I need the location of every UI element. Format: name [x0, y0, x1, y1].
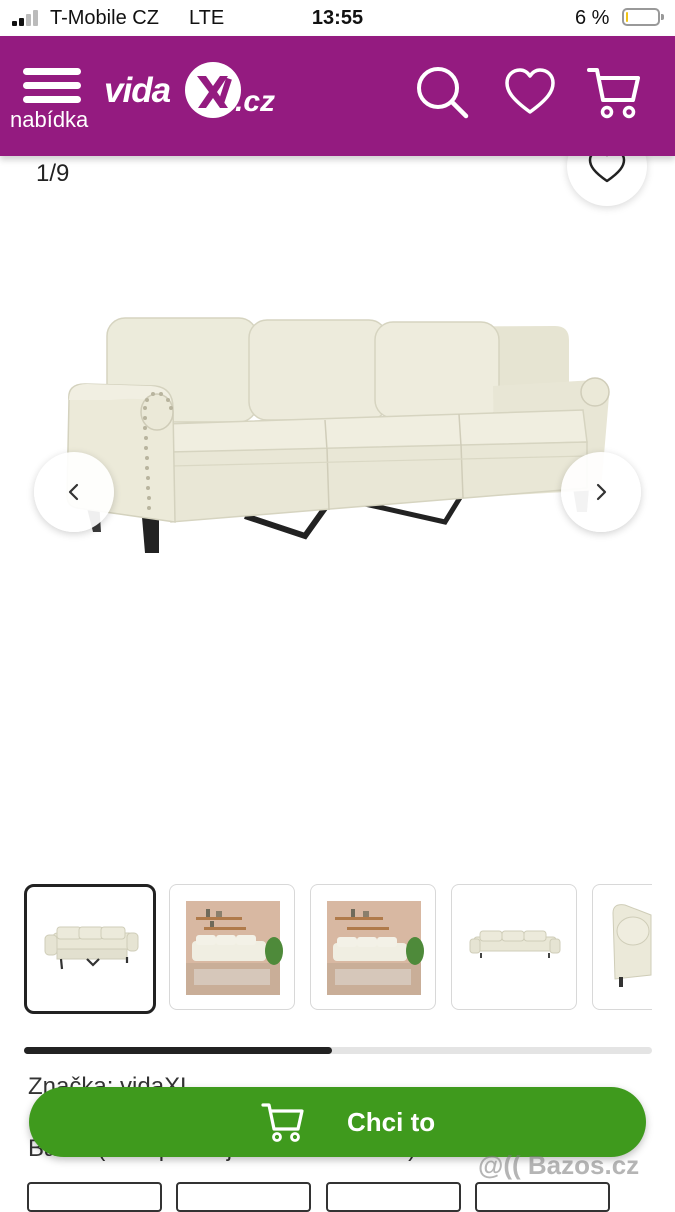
menu-label: nabídka [10, 107, 89, 132]
thumbnail-4[interactable] [451, 884, 577, 1010]
color-option[interactable] [176, 1182, 311, 1212]
thumbnail-image [186, 901, 283, 995]
thumbnail-image [469, 930, 561, 958]
thumbnail-scrollbar[interactable] [24, 1047, 652, 1054]
search-button[interactable] [414, 64, 470, 120]
thumbnail-image [327, 901, 424, 995]
previous-image-button[interactable] [34, 452, 114, 532]
chevron-left-icon [68, 483, 79, 501]
watermark: @(( Bazos.cz [478, 1150, 640, 1180]
status-bar: T-Mobile CZ LTE 13:55 6 % [0, 0, 675, 36]
thumbnail-3[interactable] [310, 884, 436, 1010]
color-option[interactable] [326, 1182, 461, 1212]
color-option[interactable] [475, 1182, 610, 1212]
thumbnail-image [44, 926, 139, 970]
logo-text: vida [104, 71, 171, 110]
search-icon [417, 67, 469, 119]
battery-icon [622, 8, 664, 26]
add-to-cart-label: Chci to [347, 1107, 436, 1137]
next-image-button[interactable] [561, 452, 641, 532]
thumbnail-image [612, 904, 652, 987]
vidaxl-logo[interactable]: vida .cz [104, 52, 294, 142]
logo-tld: .cz [235, 85, 276, 118]
product-image-sofa[interactable] [55, 300, 625, 570]
menu-button[interactable]: nabídka [10, 36, 100, 146]
heart-icon [505, 68, 555, 114]
cart-icon [261, 1103, 304, 1142]
thumbnail-2[interactable] [169, 884, 295, 1010]
color-option[interactable] [27, 1182, 162, 1212]
image-counter: 1/9 [36, 160, 70, 187]
battery-level [626, 12, 628, 22]
chevron-right-icon [596, 483, 607, 501]
thumbnail-1[interactable] [24, 884, 156, 1014]
wishlist-button[interactable] [502, 64, 558, 120]
add-to-cart-button[interactable]: Chci to [29, 1087, 646, 1157]
scrollbar-thumb[interactable] [24, 1047, 332, 1054]
cart-icon [587, 68, 640, 119]
clock: 13:55 [311, 7, 364, 29]
thumbnail-strip[interactable] [24, 884, 652, 1014]
cart-button[interactable] [586, 64, 642, 120]
thumbnail-5[interactable] [592, 884, 652, 1010]
battery-percent: 6 % [575, 7, 610, 29]
site-header: nabídka vida .cz [0, 36, 675, 156]
